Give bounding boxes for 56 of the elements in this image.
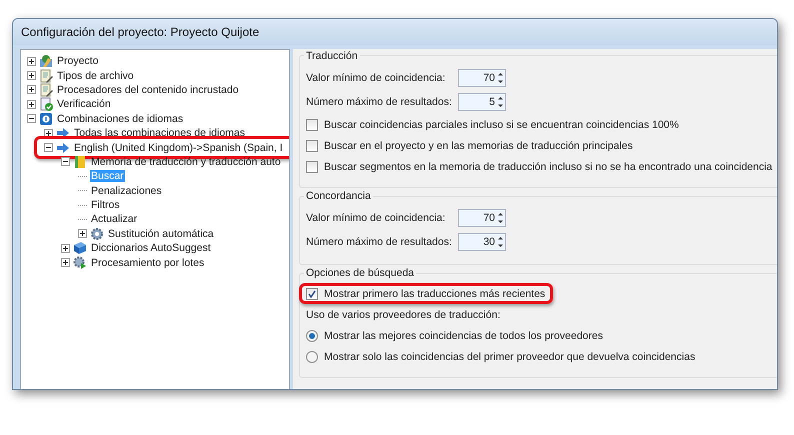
radio-label[interactable]: Mostrar las mejores coincidencias de todos los proveedores <box>324 330 603 342</box>
window-title: Configuración del proyecto: Proyecto Quijote <box>21 25 260 39</box>
checkbox-label[interactable]: Buscar en el proyecto y en las memorias de traducción principales <box>324 140 633 152</box>
right-arrow-icon <box>56 140 70 155</box>
expand-toggle[interactable] <box>61 244 70 253</box>
number-spinner[interactable]: 30 <box>458 233 506 251</box>
tree-item[interactable]: Filtros <box>90 199 121 212</box>
expand-toggle[interactable] <box>27 85 36 94</box>
tree-item[interactable]: Todas las combinaciones de idiomas <box>73 127 246 140</box>
field-label: Valor mínimo de coincidencia: <box>306 212 446 224</box>
tree-item[interactable]: English (United Kingdom)->Spanish (Spain, I <box>73 142 284 154</box>
checkbox[interactable] <box>306 288 318 300</box>
document-pen-icon <box>39 82 53 97</box>
number-spinner[interactable]: 5 <box>458 93 506 111</box>
number-spinner[interactable]: 70 <box>458 209 506 227</box>
checkbox[interactable] <box>306 160 318 172</box>
checkbox-label[interactable]: Buscar segmentos en la memoria de traducción incluso si no se ha encontrado una coincidencia <box>324 160 772 172</box>
checkbox[interactable] <box>306 140 318 152</box>
field-label: Número máximo de resultados: <box>306 96 453 108</box>
tree-item[interactable]: Penalizaciones <box>90 184 163 197</box>
tree-item[interactable]: Actualizar <box>90 213 138 226</box>
expand-toggle[interactable] <box>27 100 36 109</box>
checkbox-label[interactable]: Mostrar primero las traducciones más recientes <box>324 288 546 300</box>
tree-item[interactable]: Verificación <box>56 98 112 110</box>
radio-button[interactable] <box>306 350 318 362</box>
collapse-toggle[interactable] <box>27 114 36 124</box>
gear-icon <box>90 226 104 241</box>
field-label: Número máximo de resultados: <box>306 236 453 248</box>
group-title: Concordancia <box>304 190 373 202</box>
expand-toggle[interactable] <box>61 258 70 268</box>
tree-item[interactable]: Procesamiento por lotes <box>90 256 206 269</box>
tree-item[interactable]: Diccionarios AutoSuggest <box>90 242 212 254</box>
expand-toggle[interactable] <box>78 229 87 238</box>
checkbox[interactable] <box>306 118 318 130</box>
gear-play-icon <box>73 256 87 270</box>
radio-label[interactable]: Mostrar solo las coincidencias del primer proveedor que devuelva coincidencias <box>324 350 696 362</box>
tree-item[interactable]: Tipos de archivo <box>56 70 135 82</box>
document-check-icon <box>39 97 53 112</box>
number-spinner[interactable]: 70 <box>458 69 506 87</box>
collapse-toggle[interactable] <box>61 157 70 166</box>
tree-item[interactable]: Procesadores del contenido incrustado <box>56 84 240 96</box>
group-title: Traducción <box>304 50 360 62</box>
group-title: Opciones de búsqueda <box>304 267 416 279</box>
info-square-icon <box>39 112 53 126</box>
collapse-toggle[interactable] <box>44 143 53 152</box>
document-pen-icon <box>39 68 53 83</box>
tree-item[interactable]: Combinaciones de idiomas <box>56 112 184 125</box>
tree-item[interactable]: Sustitución automática <box>107 228 215 240</box>
section-label: Uso de varios proveedores de traducción: <box>306 308 500 320</box>
radio-button[interactable] <box>306 330 318 342</box>
tree-item[interactable]: Proyecto <box>56 55 100 68</box>
tree-item[interactable]: Memoria de traducción y traducción auto <box>90 156 282 168</box>
field-label: Valor mínimo de coincidencia: <box>306 72 446 84</box>
expand-toggle[interactable] <box>27 56 36 66</box>
expand-toggle[interactable] <box>27 71 36 80</box>
checkbox-label[interactable]: Buscar coincidencias parciales incluso si se encuentran coincidencias 100% <box>324 118 679 130</box>
